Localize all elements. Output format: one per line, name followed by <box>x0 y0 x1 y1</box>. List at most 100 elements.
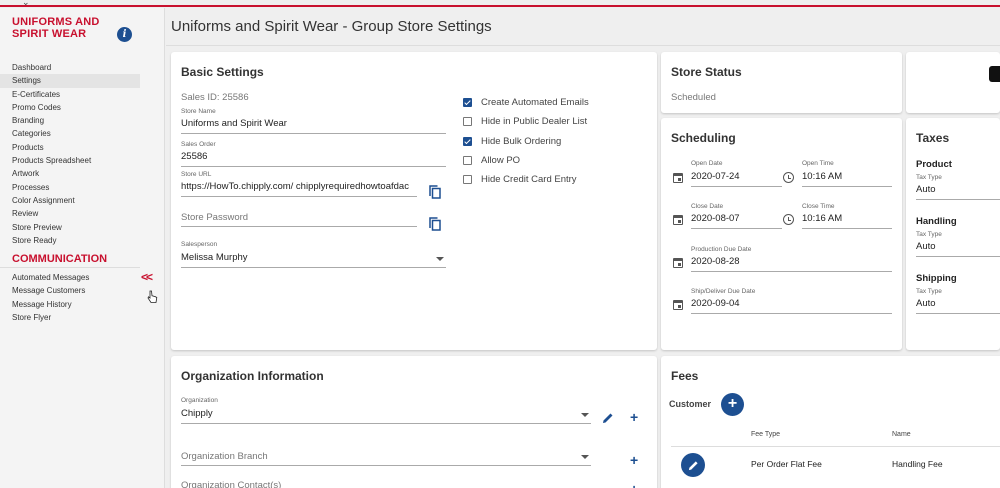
sidebar-item-settings[interactable]: Settings <box>0 74 140 88</box>
sidebar-item-message-history[interactable]: Message History <box>0 298 140 311</box>
plus-icon[interactable]: + <box>630 410 638 424</box>
tax-type-label: Tax Type <box>916 174 942 181</box>
plus-icon[interactable]: + <box>630 482 638 488</box>
calendar-icon[interactable] <box>673 215 683 225</box>
sidebar-item-artwork[interactable]: Artwork <box>0 167 140 180</box>
basic-settings-title: Basic Settings <box>181 65 264 79</box>
open-date-input[interactable]: 2020-07-24 <box>691 171 740 182</box>
store-actions-card <box>906 52 1000 113</box>
store-password-input[interactable]: Store Password <box>181 212 248 223</box>
checkbox-box[interactable] <box>463 155 472 165</box>
sidebar-item-dashboard[interactable]: Dashboard <box>0 61 140 74</box>
sales-order-input[interactable]: 25586 <box>181 151 446 162</box>
calendar-icon[interactable] <box>673 258 683 268</box>
scheduling-title: Scheduling <box>671 131 736 145</box>
fee-type-cell: Per Order Flat Fee <box>751 459 822 469</box>
fees-header-divider <box>671 446 1000 447</box>
open-date-underline <box>691 186 782 187</box>
sidebar-item-review[interactable]: Review <box>0 207 140 220</box>
fees-title: Fees <box>671 369 699 383</box>
sidebar-item-products-spreadsheet[interactable]: Products Spreadsheet <box>0 154 140 167</box>
ship-due-input[interactable]: 2020-09-04 <box>691 298 740 309</box>
pencil-icon <box>688 460 698 470</box>
store-password-underline <box>181 226 417 227</box>
store-status-card: Store Status Scheduled <box>661 52 902 113</box>
store-name-underline <box>181 133 446 134</box>
communication-section-title: COMMUNICATION <box>12 253 108 266</box>
sidebar-item-color-assignment[interactable]: Color Assignment <box>0 194 140 207</box>
tax-handling-select[interactable]: Auto <box>916 241 936 252</box>
salesperson-select[interactable]: Melissa Murphy <box>181 252 421 263</box>
store-url-underline <box>181 196 417 197</box>
store-status-value: Scheduled <box>671 92 716 103</box>
sales-order-underline <box>181 166 446 167</box>
checkbox-label: Allow PO <box>481 154 521 166</box>
plus-icon[interactable]: + <box>630 453 638 467</box>
section-divider <box>0 267 140 269</box>
close-date-underline <box>691 228 782 229</box>
checkbox-allow-po[interactable]: Allow PO <box>463 154 520 166</box>
action-button[interactable] <box>989 66 1000 82</box>
store-url-label: Store URL <box>181 171 212 178</box>
clock-icon[interactable] <box>783 214 794 225</box>
open-date-label: Open Date <box>691 160 723 167</box>
pencil-icon[interactable] <box>602 412 614 424</box>
open-time-input[interactable]: 10:16 AM <box>802 171 842 182</box>
store-name-input[interactable]: Uniforms and Spirit Wear <box>181 118 446 129</box>
sidebar-item-products[interactable]: Products <box>0 141 140 154</box>
tax-handling-heading: Handling <box>916 216 957 227</box>
pointer-cursor-icon <box>147 290 158 307</box>
sidebar-item-store-preview[interactable]: Store Preview <box>0 221 140 234</box>
store-status-title: Store Status <box>671 65 742 79</box>
scheduling-card: Scheduling Open Date 2020-07-24 Open Tim… <box>661 118 902 350</box>
organization-select[interactable]: Chipply <box>181 408 213 419</box>
checkbox-hide-bulk-ordering[interactable]: Hide Bulk Ordering <box>463 135 561 147</box>
collapse-icon[interactable]: << <box>141 270 153 284</box>
add-fee-button[interactable]: + <box>721 393 744 416</box>
sidebar-item-promo-codes[interactable]: Promo Codes <box>0 101 140 114</box>
checkbox-box[interactable] <box>463 97 472 107</box>
copy-url-icon[interactable] <box>429 185 441 199</box>
calendar-icon[interactable] <box>673 300 683 310</box>
checkbox-label: Hide Bulk Ordering <box>481 135 562 147</box>
sidebar-item-branding[interactable]: Branding <box>0 114 140 127</box>
sidebar-item-categories[interactable]: Categories <box>0 127 140 140</box>
checkbox-hide-public-dealer-list[interactable]: Hide in Public Dealer List <box>463 115 587 127</box>
checkbox-hide-credit-card-entry[interactable]: Hide Credit Card Entry <box>463 173 577 185</box>
sidebar-item-message-customers[interactable]: Message Customers <box>0 284 140 297</box>
checkbox-box[interactable] <box>463 136 472 146</box>
production-due-input[interactable]: 2020-08-28 <box>691 256 740 267</box>
checkbox-box[interactable] <box>463 116 472 126</box>
fee-type-column: Fee Type <box>751 431 781 438</box>
organization-branch-select[interactable]: Organization Branch <box>181 451 268 462</box>
chevron-down-icon[interactable] <box>581 455 589 459</box>
chevron-down-icon[interactable] <box>436 257 444 261</box>
info-icon[interactable]: i <box>117 27 132 42</box>
close-date-label: Close Date <box>691 203 724 210</box>
chevron-down-icon[interactable] <box>581 413 589 417</box>
organization-title: Organization Information <box>181 369 324 383</box>
store-url-input[interactable]: https://HowTo.chipply.com/ chipplyrequir… <box>181 181 417 192</box>
organization-contacts-select[interactable]: Organization Contact(s) <box>181 480 281 488</box>
tax-product-select[interactable]: Auto <box>916 184 936 195</box>
checkbox-create-automated-emails[interactable]: Create Automated Emails <box>463 96 589 108</box>
calendar-icon[interactable] <box>673 173 683 183</box>
sidebar-item-processes[interactable]: Processes <box>0 181 140 194</box>
checkbox-box[interactable] <box>463 174 472 184</box>
close-time-input[interactable]: 10:16 AM <box>802 213 842 224</box>
copy-password-icon[interactable] <box>429 217 441 231</box>
sidebar-item-e-certificates[interactable]: E-Certificates <box>0 88 140 101</box>
clock-icon[interactable] <box>783 172 794 183</box>
sidebar-nav: Dashboard Settings E-Certificates Promo … <box>0 61 165 324</box>
tax-shipping-select[interactable]: Auto <box>916 298 936 309</box>
sidebar-item-automated-messages[interactable]: Automated Messages <box>0 271 140 284</box>
edit-fee-button[interactable] <box>681 453 705 477</box>
sidebar-item-store-flyer[interactable]: Store Flyer <box>0 311 140 324</box>
sidebar-item-store-ready[interactable]: Store Ready <box>0 234 140 247</box>
tax-handling-underline <box>916 256 1000 257</box>
sidebar: UNIFORMS AND SPIRIT WEAR i Dashboard Set… <box>0 8 165 488</box>
top-accent-line <box>0 5 1000 7</box>
organization-underline <box>181 423 591 424</box>
store-name-label: Store Name <box>181 108 216 115</box>
close-date-input[interactable]: 2020-08-07 <box>691 213 740 224</box>
